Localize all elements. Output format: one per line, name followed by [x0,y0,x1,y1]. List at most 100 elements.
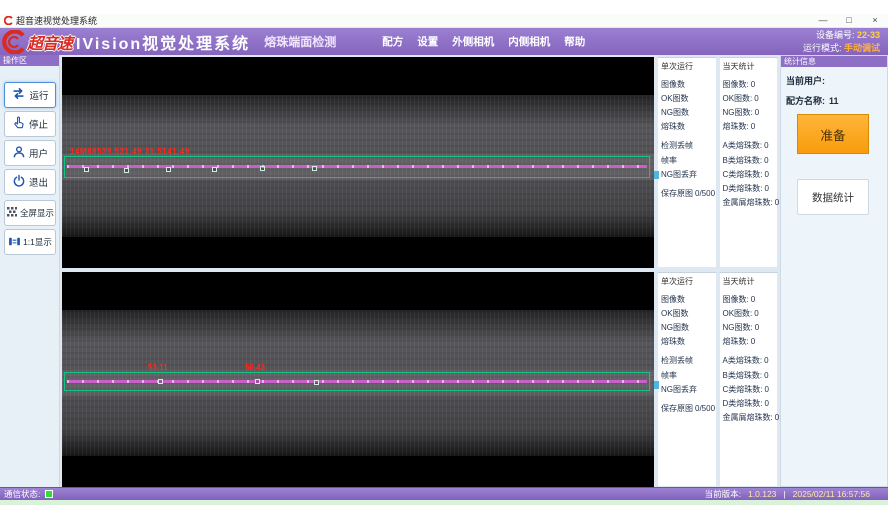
one-to-one-button-label: 1:1显示 [23,236,52,248]
run-mode-value: 手动调试 [844,43,880,53]
desktop: 超音速视觉处理系统 — □ × 超音速 IVision视觉处理系统 熔珠端面检测… [0,0,888,522]
camera-view-outer[interactable]: 14M88539.531.49 31.5141.49 [62,57,654,268]
page-subtitle: 熔珠端面检测 [264,33,336,50]
exit-button[interactable]: 退出 [4,169,56,195]
status-bar: 通信状态: 当前版本: 1.0.123 | 2025/02/11 16:57:5… [0,487,888,500]
feature-marker [212,167,217,172]
stat-row: B类熔珠数:0 [723,153,778,167]
statistics-panel: 统计信息 当前用户: 配方名称: 11 准备 数据统计 [780,55,888,487]
stat-row: NG图数:0 [723,320,778,334]
sidebar-header: 操作区 [0,55,59,66]
stat-row: OK图数:0 [723,91,778,105]
datetime-value: 2025/02/11 16:57:56 [793,489,870,499]
run-loop-icon [11,86,26,104]
version-value: 1.0.123 [748,489,776,499]
current-user-label: 当前用户: [786,76,825,86]
run-button[interactable]: 运行 [4,82,56,108]
stat-row: 帧率 [661,153,716,167]
stat-row: 检测丢帧 [661,354,716,368]
stop-button-label: 停止 [29,117,48,131]
weld-seam-line [67,380,647,383]
stat-row: NG图丢弃 [661,382,716,396]
fullscreen-button[interactable]: 全屏显示 [4,200,56,226]
run-button-label: 运行 [29,88,48,102]
measurement-label: 53.11 [148,363,168,372]
recipe-name-label: 配方名称: [786,96,825,106]
statistics-panel-header: 统计信息 [781,56,887,67]
splitter-handle[interactable] [654,381,659,389]
menu-item[interactable]: 设置 [417,34,438,49]
stat-row: 图像数:0 [723,77,778,91]
version-info: 当前版本: 1.0.123 | 2025/02/11 16:57:56 [705,488,870,500]
splitter-handle[interactable] [654,171,659,179]
stat-row: NG图数 [661,105,716,119]
stat-row: C类熔珠数:0 [723,167,778,181]
stat-row: 熔珠数 [661,335,716,349]
stat-row: 金属屑熔珠数:0 [723,196,778,210]
stat-row: C类熔珠数:0 [723,382,778,396]
menu-item[interactable]: 外侧相机 [452,34,494,49]
stop-button[interactable]: 停止 [4,111,56,137]
menu-item[interactable]: 配方 [382,34,403,49]
prepare-button[interactable]: 准备 [797,114,869,154]
stat-row: 图像数:0 [723,292,778,306]
app-window: 超音速视觉处理系统 — □ × 超音速 IVision视觉处理系统 熔珠端面检测… [0,14,888,505]
camera-view-inner[interactable]: 53.11 56.43 [62,272,654,487]
feature-marker [124,168,129,173]
data-statistics-button[interactable]: 数据统计 [797,179,869,215]
stat-row: 熔珠数 [661,120,716,134]
brand-name: 超音速 [27,30,72,54]
hand-stop-icon [12,116,26,133]
one-to-one-button[interactable]: 1:1显示 [4,229,56,255]
stats-panel-inner: 单次运行 图像数OK图数NG图数熔珠数检测丢帧帧率NG图丢弃保存原图0/500 … [657,272,778,487]
stats-panel-outer: 单次运行 图像数OK图数NG图数熔珠数检测丢帧帧率NG图丢弃保存原图0/500 … [657,57,778,268]
feature-marker [158,379,163,384]
measurement-label: 56.43 [245,363,265,372]
stat-row: D类熔珠数:0 [723,181,778,195]
maximize-button[interactable]: □ [836,14,862,27]
feature-marker [255,379,260,384]
detection-box [64,156,650,178]
user-button[interactable]: 用户 [4,140,56,166]
stat-row: NG图数 [661,320,716,334]
menu-item[interactable]: 内侧相机 [508,34,550,49]
run-mode-label: 运行模式: [803,43,842,53]
stat-row: OK图数 [661,306,716,320]
group-title: 单次运行 [661,61,716,72]
device-number-value: 22-33 [857,30,880,40]
title-bar: 超音速视觉处理系统 — □ × [0,14,888,28]
page-title: IVision视觉处理系统 [76,30,250,54]
minimize-button[interactable]: — [810,14,836,27]
comm-status-indicator [45,490,53,498]
feature-marker [166,167,171,172]
operation-sidebar: 操作区 运行 停止 用户 [0,55,60,487]
measurement-annotation: 14M88539.531.49 31.5141.49 [70,147,190,156]
stat-row: 保存原图0/500 [661,186,716,200]
stat-row: OK图数 [661,91,716,105]
device-info: 设备编号: 22-33 运行模式: 手动调试 [803,29,880,54]
stat-row: NG图数:0 [723,105,778,119]
close-button[interactable]: × [862,14,888,27]
stat-row: NG图丢弃 [661,167,716,181]
today-stats: 当天统计 图像数:0OK图数:0NG图数:0熔珠数:0A类熔珠数:0B类熔珠数:… [719,57,779,268]
menu-item[interactable]: 帮助 [564,34,585,49]
exit-button-label: 退出 [29,175,48,189]
stat-row: 图像数 [661,77,716,91]
menu-bar: 配方设置外侧相机内侧相机帮助 [382,34,585,49]
version-label: 当前版本: [705,488,741,500]
main-area: 操作区 运行 停止 用户 [0,55,888,487]
stat-row: OK图数:0 [723,306,778,320]
separator: | [783,489,785,499]
group-title: 当天统计 [723,276,778,287]
single-run-stats: 单次运行 图像数OK图数NG图数熔珠数检测丢帧帧率NG图丢弃保存原图0/500 [657,272,717,487]
recipe-name-value: 11 [829,96,839,106]
power-icon [12,174,26,191]
app-logo-icon [4,16,13,25]
fullscreen-button-label: 全屏显示 [20,207,54,219]
brand-swoosh-icon [2,30,26,54]
feature-marker [260,166,265,171]
stat-row: A类熔珠数:0 [723,139,778,153]
single-run-stats: 单次运行 图像数OK图数NG图数熔珠数检测丢帧帧率NG图丢弃保存原图0/500 [657,57,717,268]
device-number-label: 设备编号: [816,30,855,40]
stat-row: 图像数 [661,292,716,306]
